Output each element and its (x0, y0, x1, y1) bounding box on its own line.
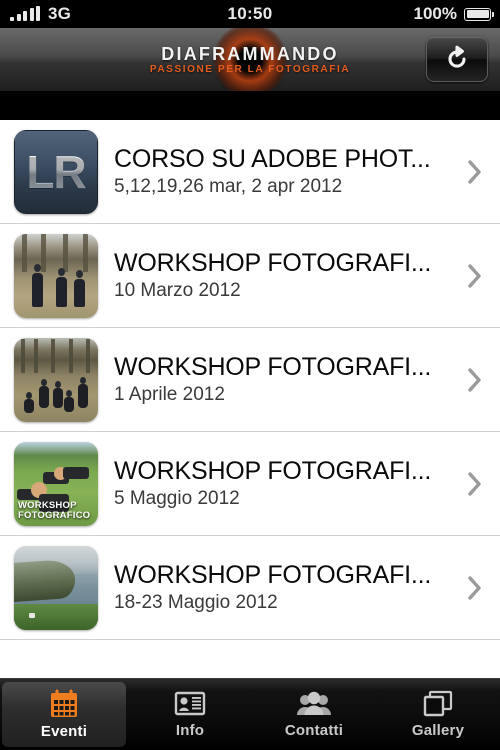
contact-card-icon (174, 691, 206, 716)
calendar-icon (51, 689, 77, 717)
tab-eventi[interactable]: Eventi (2, 682, 126, 747)
app-logo: DIAFRAMMANDO PASSIONE PER LA FOTOGRAFIA (149, 28, 351, 91)
chevron-right-icon (468, 367, 481, 392)
refresh-button[interactable] (426, 36, 488, 82)
app-subtitle: PASSIONE PER LA FOTOGRAFIA (149, 63, 351, 75)
event-title: WORKSHOP FOTOGRAFI... (114, 249, 432, 277)
event-text: WORKSHOP FOTOGRAFI... 18-23 Maggio 2012 (98, 562, 462, 614)
photo-coastline (14, 545, 98, 630)
app-title: DIAFRAMMANDO (161, 43, 339, 64)
events-list[interactable]: LR CORSO SU ADOBE PHOT... 5,12,19,26 mar… (0, 120, 500, 678)
status-bar-clock: 10:50 (227, 4, 273, 23)
photo-people-walking (14, 233, 98, 318)
battery-full-icon (464, 7, 494, 21)
tab-label: Gallery (411, 722, 465, 739)
lightroom-icon-label: LR (26, 145, 86, 198)
photo-green-field: WORKSHOP FOTOGRAFICO (14, 441, 98, 526)
thumbnail-caption: WORKSHOP FOTOGRAFICO (18, 500, 91, 522)
nav-shadow-band (0, 92, 500, 120)
chevron-right-icon (468, 263, 481, 288)
tab-bar: Eventi Info Contatti Gallery (0, 678, 500, 750)
list-item[interactable]: WORKSHOP FOTOGRAFICO WORKSHOP FOTOGRAFI.… (0, 432, 500, 536)
tab-label: Info (175, 722, 205, 739)
lightroom-icon: LR (14, 129, 98, 214)
photos-icon (423, 690, 453, 717)
people-icon (297, 691, 331, 715)
tab-contatti[interactable]: Contatti (252, 679, 376, 750)
event-thumbnail: WORKSHOP FOTOGRAFICO (14, 441, 98, 526)
app-screen: 3G 10:50 100% DIAFRAMMANDO PASSIONE PER … (0, 0, 500, 750)
event-text: CORSO SU ADOBE PHOT... 5,12,19,26 mar, 2… (98, 146, 462, 198)
chevron-right-icon (468, 159, 481, 184)
chevron-right-icon (468, 471, 481, 496)
event-thumbnail: LR (14, 129, 98, 214)
event-thumbnail (14, 545, 98, 630)
event-date: 5 Maggio 2012 (114, 488, 240, 509)
photo-group-field (14, 337, 98, 422)
event-date: 18-23 Maggio 2012 (114, 592, 278, 613)
event-text: WORKSHOP FOTOGRAFI... 10 Marzo 2012 (98, 250, 462, 302)
event-title: CORSO SU ADOBE PHOT... (114, 145, 431, 173)
tab-label: Contatti (284, 722, 344, 739)
status-bar: 3G 10:50 100% (0, 0, 500, 28)
event-text: WORKSHOP FOTOGRAFI... 1 Aprile 2012 (98, 354, 462, 406)
refresh-icon (448, 45, 466, 68)
event-date: 10 Marzo 2012 (114, 280, 241, 301)
disclosure-chevron (462, 471, 488, 497)
event-thumbnail (14, 337, 98, 422)
disclosure-chevron (462, 575, 488, 601)
event-thumbnail (14, 233, 98, 318)
disclosure-chevron (462, 367, 488, 393)
list-item[interactable]: WORKSHOP FOTOGRAFI... 1 Aprile 2012 (0, 328, 500, 432)
event-title: WORKSHOP FOTOGRAFI... (114, 457, 432, 485)
tab-info[interactable]: Info (128, 679, 252, 750)
navigation-bar: DIAFRAMMANDO PASSIONE PER LA FOTOGRAFIA (0, 28, 500, 92)
list-item[interactable]: WORKSHOP FOTOGRAFI... 18-23 Maggio 2012 (0, 536, 500, 640)
tab-label: Eventi (40, 723, 88, 740)
event-title: WORKSHOP FOTOGRAFI... (114, 353, 432, 381)
chevron-right-icon (468, 575, 481, 600)
tab-gallery[interactable]: Gallery (376, 679, 500, 750)
list-item[interactable]: WORKSHOP FOTOGRAFI... 10 Marzo 2012 (0, 224, 500, 328)
disclosure-chevron (462, 159, 488, 185)
event-date: 1 Aprile 2012 (114, 384, 225, 405)
disclosure-chevron (462, 263, 488, 289)
event-text: WORKSHOP FOTOGRAFI... 5 Maggio 2012 (98, 458, 462, 510)
event-date: 5,12,19,26 mar, 2 apr 2012 (114, 176, 343, 197)
list-item[interactable]: LR CORSO SU ADOBE PHOT... 5,12,19,26 mar… (0, 120, 500, 224)
event-title: WORKSHOP FOTOGRAFI... (114, 561, 432, 589)
